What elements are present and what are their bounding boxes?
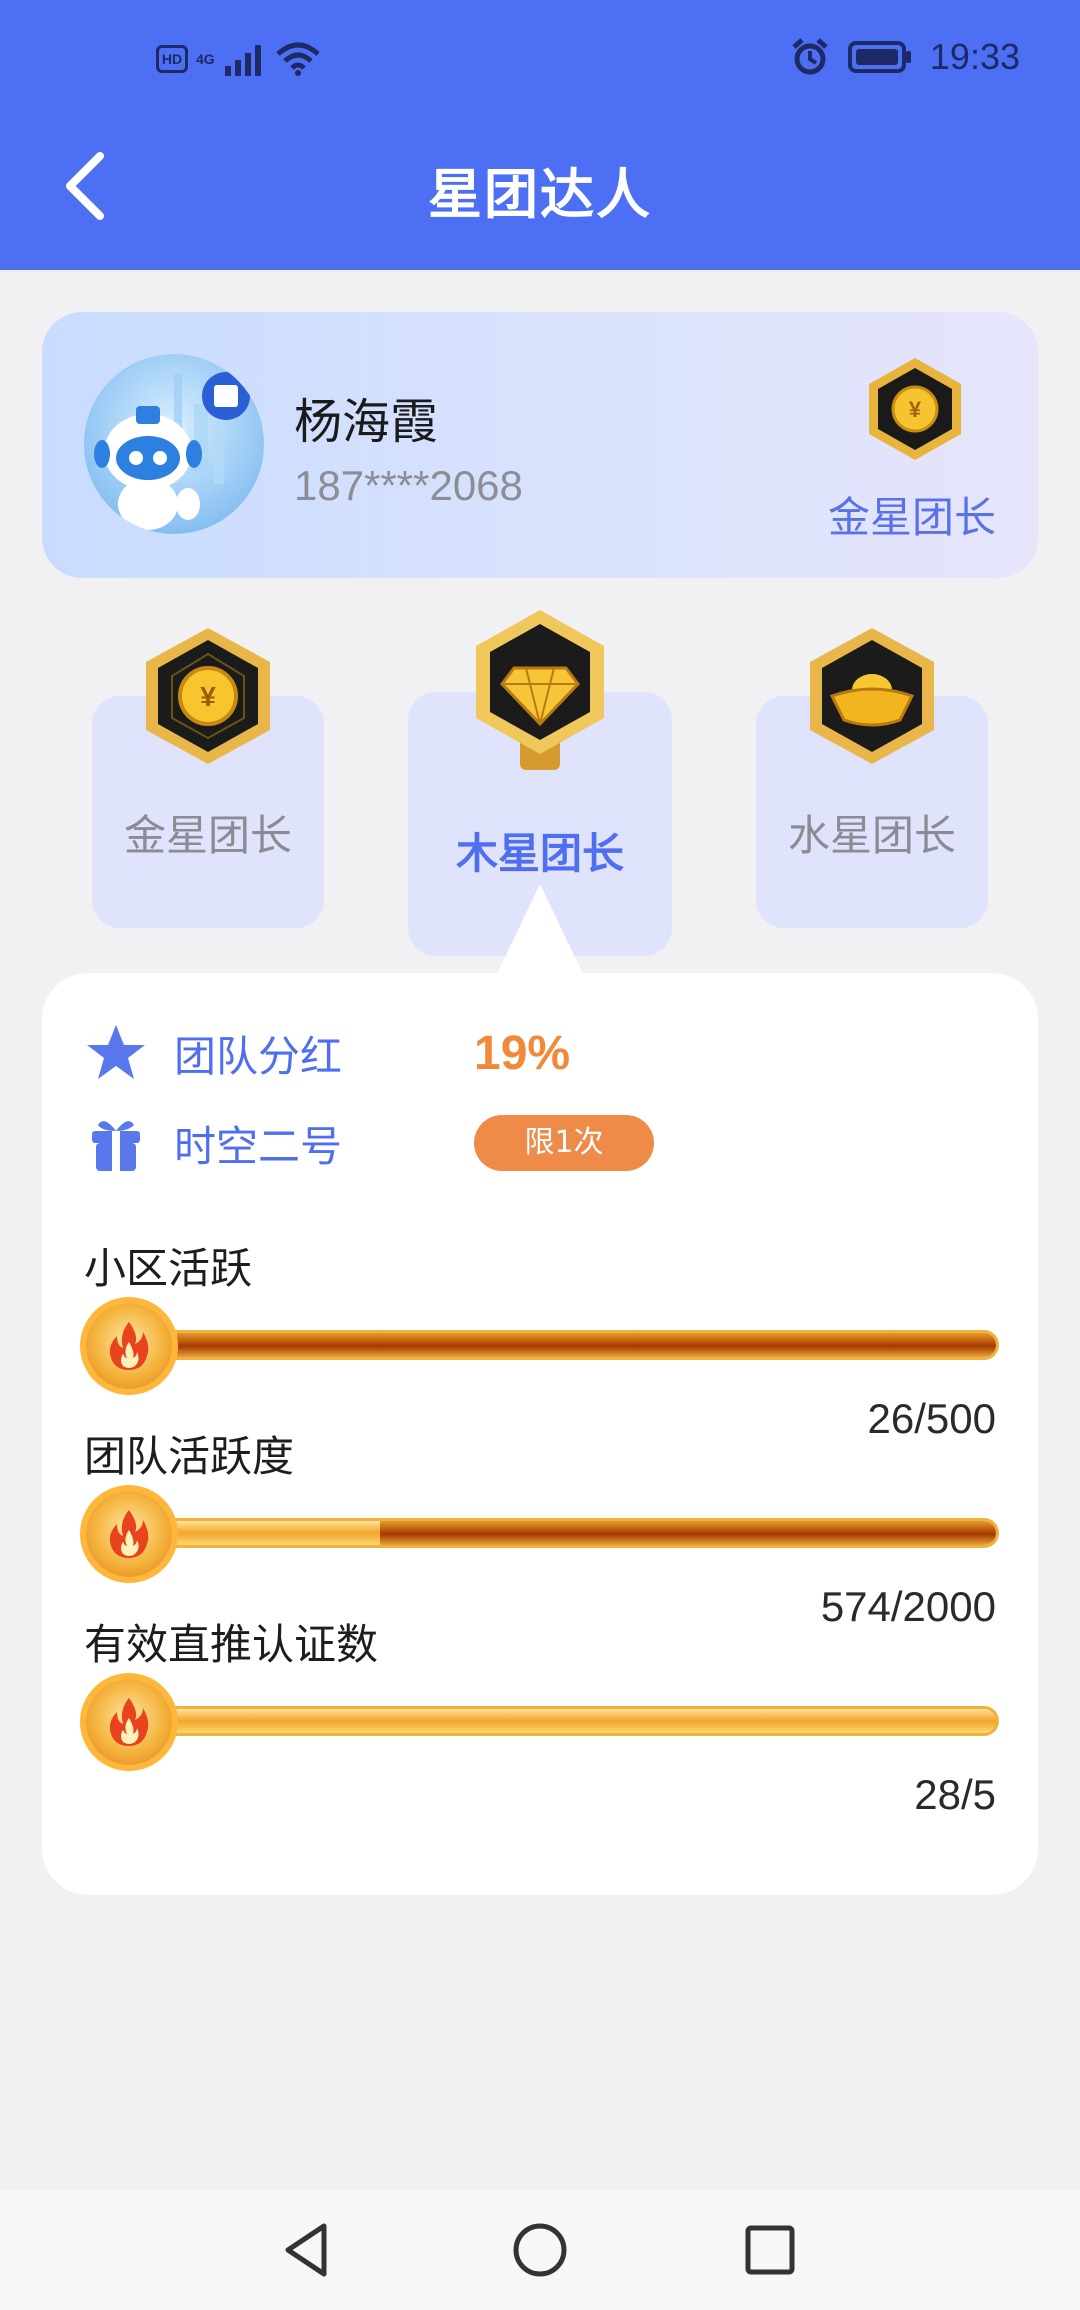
progress-title: 小区活跃 <box>84 1244 253 1293</box>
level-tab-label: 木星团长 <box>455 829 624 878</box>
fire-icon <box>109 1510 149 1558</box>
gold-ingot-medal-icon <box>810 628 934 764</box>
nav-back-icon <box>285 2223 327 2277</box>
status-time: 19:33 <box>929 36 1020 77</box>
network-type-label: 4G <box>196 51 215 67</box>
gold-coin-medal-icon: ¥ <box>146 628 270 764</box>
status-bar-right: 19:33 <box>790 36 1020 78</box>
progress-count: 574/2000 <box>820 1583 996 1630</box>
fire-knob <box>86 1679 172 1765</box>
level-tab-label: 金星团长 <box>123 811 292 860</box>
battery-icon <box>847 41 911 73</box>
fire-icon <box>109 1322 149 1370</box>
nav-home-icon <box>513 2223 567 2277</box>
dividend-value: 19% <box>474 1026 571 1080</box>
user-name: 杨海霞 <box>294 394 439 450</box>
status-bar-left: HD 4G <box>156 42 321 76</box>
nav-recents-icon <box>745 2225 795 2275</box>
top-bar: HD 4G 19:33 星团达人 <box>0 0 1080 270</box>
diamond-medal-icon <box>476 610 604 770</box>
progress-count: 28/5 <box>914 1771 996 1818</box>
limit-badge: 限1次 <box>474 1115 654 1171</box>
gift-icon <box>92 1121 140 1171</box>
robot-avatar-icon <box>94 372 250 530</box>
system-nav-bar <box>0 2190 1080 2310</box>
benefit-row-gift: 时空二号 限1次 <box>84 1103 654 1183</box>
profile-card: 杨海霞 187****2068 ¥ 金星团长 <box>42 312 1038 578</box>
benefit-row-dividend: 团队分红 19% <box>84 1013 570 1093</box>
progress-title: 有效直推认证数 <box>84 1620 379 1669</box>
signal-icon <box>224 45 261 76</box>
current-level-label: 金星团长 <box>827 493 996 542</box>
user-phone: 187****2068 <box>294 462 523 509</box>
active-tab-pointer <box>496 884 584 976</box>
progress-count: 26/500 <box>867 1395 996 1442</box>
page-title: 星团达人 <box>428 163 652 226</box>
hd-badge: HD <box>156 45 188 73</box>
fire-knob <box>86 1303 172 1389</box>
svg-text:¥: ¥ <box>909 397 922 422</box>
progress-bar-team-activity <box>132 1521 996 1545</box>
progress-bar-community <box>132 1333 996 1357</box>
nav-back-button[interactable] <box>272 2214 344 2286</box>
fire-icon <box>109 1698 149 1746</box>
alarm-icon <box>792 38 828 75</box>
benefit-label: 团队分红 <box>174 1031 343 1081</box>
progress-fill <box>132 1709 996 1733</box>
progress-bar-direct-referrals <box>132 1709 996 1733</box>
star-icon <box>87 1025 145 1079</box>
progress-title: 团队活跃度 <box>84 1432 295 1481</box>
wifi-icon <box>276 42 320 76</box>
benefit-label: 时空二号 <box>174 1121 343 1171</box>
level-detail-card: 团队分红 19% 时空二号 限1次 小区活跃 26/500 团队活跃度 574/… <box>42 973 1038 1895</box>
fire-knob <box>86 1491 172 1577</box>
avatar <box>84 354 264 534</box>
level-tab-label: 水星团长 <box>787 811 956 860</box>
nav-recents-button[interactable] <box>734 2214 806 2286</box>
nav-home-button[interactable] <box>504 2214 576 2286</box>
gold-coin-medal-icon: ¥ <box>869 358 961 460</box>
svg-text:¥: ¥ <box>200 681 216 712</box>
